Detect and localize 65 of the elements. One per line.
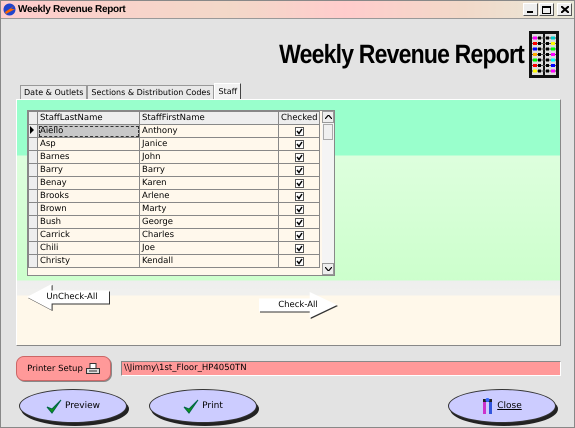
checkbox[interactable]	[294, 244, 304, 252]
printer-setup-button[interactable]: Printer Setup	[16, 356, 111, 381]
table-cell: Benay	[38, 176, 140, 190]
table-cell: Charles	[140, 228, 278, 242]
scrollbar[interactable]	[322, 111, 334, 275]
window-title: Weekly Revenue Report	[18, 4, 126, 15]
table-cell: Brooks	[38, 190, 140, 202]
maximize-button[interactable]	[539, 3, 554, 16]
close-button[interactable]: Close	[448, 389, 556, 423]
table-cell: Anthony	[140, 124, 278, 138]
printer-path-field[interactable]: \\Jimmy\1st_Floor_HP4050TN	[121, 361, 561, 376]
column-header[interactable]: Checked	[278, 112, 320, 124]
table-cell: Marty	[140, 202, 278, 216]
scroll-thumb[interactable]	[323, 124, 333, 140]
checkbox[interactable]	[294, 230, 304, 240]
table-cell: Janice	[140, 138, 278, 150]
report-heading: Weekly Revenue Report	[279, 38, 524, 70]
checkbox[interactable]	[294, 152, 304, 162]
checkbox[interactable]	[294, 166, 304, 174]
table-cell: Aiello	[38, 124, 140, 138]
checkbox[interactable]	[294, 178, 304, 188]
check-all-button[interactable]: Check-All	[259, 292, 337, 318]
doorway-icon	[482, 398, 494, 414]
preview-button[interactable]: Preview	[19, 389, 127, 423]
checkbox[interactable]	[294, 126, 304, 136]
checkbox[interactable]	[294, 256, 304, 266]
table-cell: Arlene	[140, 190, 278, 202]
uncheck-all-button[interactable]: UnCheck-All	[27, 284, 109, 310]
row-selector[interactable]	[28, 124, 38, 138]
checkbox[interactable]	[294, 204, 304, 214]
column-header[interactable]: StaffFirstName	[140, 112, 278, 124]
table-cell: Joe	[140, 242, 278, 254]
table-cell: Brown	[38, 202, 140, 216]
table-cell: Bush	[38, 216, 140, 228]
print-button[interactable]: Print	[149, 389, 257, 423]
current-row-icon	[30, 126, 34, 134]
checkbox[interactable]	[294, 140, 304, 148]
printer-icon	[86, 362, 100, 374]
table-cell: Chili	[38, 242, 140, 254]
close-button[interactable]	[557, 3, 572, 16]
table-cell: George	[140, 216, 278, 228]
column-header[interactable]: StaffLastName	[38, 112, 140, 124]
chevron-up-icon	[324, 115, 332, 119]
table-cell: John	[140, 150, 278, 164]
checkmark-icon	[183, 398, 200, 414]
table-cell: Christy	[38, 254, 140, 268]
table-cell: Barry	[38, 164, 140, 176]
table-cell: Barry	[140, 164, 278, 176]
table-cell: Carrick	[38, 228, 140, 242]
table-cell: Asp	[38, 138, 140, 150]
table-cell: Karen	[140, 176, 278, 190]
app-icon	[3, 3, 16, 16]
abacus-icon	[529, 30, 559, 78]
minimize-button[interactable]	[523, 3, 538, 16]
checkbox[interactable]	[294, 192, 304, 200]
table-cell: Barnes	[38, 150, 140, 164]
maximize-icon	[542, 6, 551, 14]
table-cell: Kendall	[140, 254, 278, 268]
checkmark-icon	[46, 398, 62, 414]
tab[interactable]: Staff	[214, 83, 242, 99]
close-icon	[560, 6, 568, 13]
checkbox[interactable]	[294, 218, 304, 226]
chevron-down-icon	[324, 267, 332, 271]
tab[interactable]: Date & Outlets	[20, 85, 88, 99]
tab[interactable]: Sections & Distribution Codes	[87, 85, 214, 99]
